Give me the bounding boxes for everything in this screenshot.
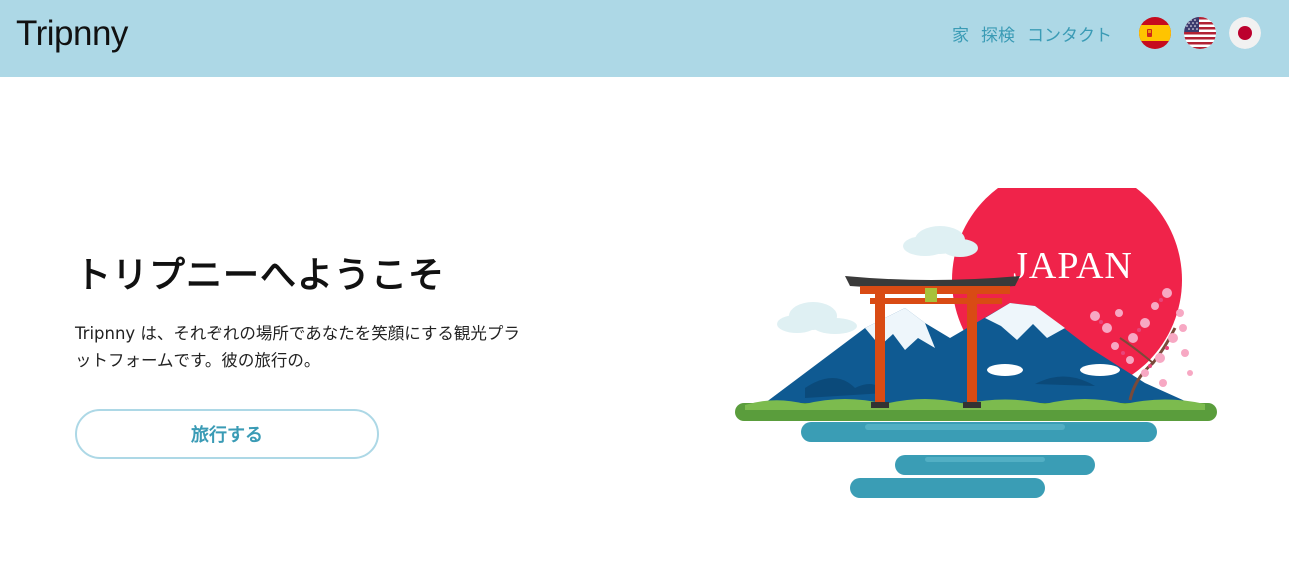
nav-link-home[interactable]: 家 — [952, 21, 969, 46]
usa-flag-icon[interactable] — [1184, 17, 1216, 49]
hero-description: Tripnny は、それぞれの場所であなたを笑顔にする観光プラットフォームです。… — [75, 324, 520, 370]
travel-button[interactable]: 旅行する — [75, 409, 379, 459]
japan-flag-icon[interactable] — [1229, 17, 1261, 49]
japan-label: JAPAN — [1013, 245, 1133, 287]
hero-title: トリプニーへようこそ — [75, 255, 446, 296]
nav-link-contact[interactable]: コンタクト — [1027, 21, 1112, 46]
logo[interactable]: Tripnny — [16, 14, 128, 54]
nav-bar: 家 探検 コンタクト — [952, 16, 1261, 50]
nav-link-explore[interactable]: 探検 — [981, 21, 1015, 46]
cloud-icon — [777, 302, 857, 334]
japan-illustration: JAPAN — [735, 188, 1217, 498]
header: Tripnny 家 探検 コンタクト — [0, 0, 1289, 77]
spain-flag-icon[interactable] — [1139, 17, 1171, 49]
